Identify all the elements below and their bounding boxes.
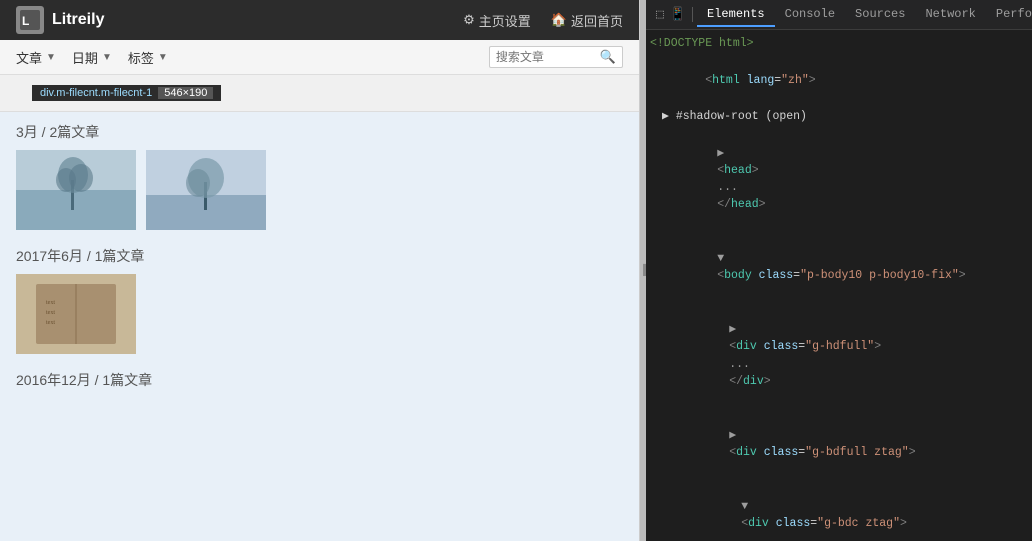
month-header-june: 2017年6月 / 1篇文章 [16,246,623,266]
element-name: div.m-filecnt.m-filecnt-1 [40,87,152,99]
search-box[interactable]: 🔍 [489,46,623,68]
site-logo: L Litreily [16,6,104,34]
device-icon[interactable]: 📱 [670,7,686,22]
month-header-dec: 2016年12月 / 1篇文章 [16,370,623,390]
search-icon: 🔍 [600,49,616,65]
inspect-icon[interactable]: ⬚ [656,7,664,22]
article-thumb-2 [146,150,266,230]
left-panel: L Litreily ⚙ 主页设置 🏠 返回首页 文章 ▼ 日期 ▼ 标签 [0,0,640,541]
search-input[interactable] [496,50,596,64]
tab-performance-label: Performa... [996,7,1032,21]
tab-elements-label: Elements [707,7,765,21]
settings-icon: ⚙ [463,12,475,28]
tab-elements[interactable]: Elements [697,3,775,27]
tab-sources-label: Sources [855,7,905,21]
articles-label: 文章 [16,48,42,67]
articles-dropdown[interactable]: 文章 ▼ [16,48,56,67]
date-dropdown[interactable]: 日期 ▼ [72,48,112,67]
date-label: 日期 [72,48,98,67]
article-thumb-book: text text text [16,274,136,354]
article-thumb-1 [16,150,136,230]
section-june2017: 2017年6月 / 1篇文章 text text text [16,246,623,354]
logo-icon: L [16,6,44,34]
dom-line-bdfull[interactable]: ▶ <div class="g-bdfull ztag"> [646,408,1032,479]
article-grid-june: text text text [16,274,623,354]
toolbar: 文章 ▼ 日期 ▼ 标签 ▼ 🔍 [0,40,639,75]
tab-performance[interactable]: Performa... [986,3,1032,27]
dom-line-hdfull[interactable]: ▶ <div class="g-hdfull"> ... </div> [646,303,1032,409]
home-link[interactable]: 🏠 返回首页 [551,11,623,30]
tab-network[interactable]: Network [915,3,985,27]
dom-line-body[interactable]: ▼ <body class="p-body10 p-body10-fix"> [646,232,1032,303]
header-nav: ⚙ 主页设置 🏠 返回首页 [463,11,623,30]
site-header: L Litreily ⚙ 主页设置 🏠 返回首页 [0,0,639,40]
section-dec2016: 2016年12月 / 1篇文章 [16,370,623,390]
dom-line-shadow[interactable]: ▶ #shadow-root (open) [646,107,1032,126]
home-label: 返回首页 [571,11,623,30]
dom-line-gbdc[interactable]: ▼ <div class="g-bdc ztag"> [646,479,1032,541]
element-tooltip-bar: div.m-filecnt.m-filecnt-1 546×190 [0,75,639,112]
tab-network-label: Network [925,7,975,21]
tags-dropdown[interactable]: 标签 ▼ [128,48,168,67]
site-title: Litreily [52,11,104,29]
settings-link[interactable]: ⚙ 主页设置 [463,11,531,30]
devtools-icons: ⬚ 📱 [650,7,693,22]
element-size: 546×190 [158,87,213,99]
dom-line-html[interactable]: <html lang="zh"> [646,53,1032,107]
dom-line-head[interactable]: ▶ <head> ... </head> [646,126,1032,232]
home-icon: 🏠 [551,12,567,28]
tab-sources[interactable]: Sources [845,3,915,27]
devtools-panel: ⬚ 📱 Elements Console Sources Network Per… [646,0,1032,541]
svg-text:text: text [46,300,55,306]
devtools-tabs: ⬚ 📱 Elements Console Sources Network Per… [646,0,1032,30]
svg-text:text: text [46,320,55,326]
articles-arrow: ▼ [46,52,56,63]
devtools-dom: <!DOCTYPE html> <html lang="zh"> ▶ #shad… [646,30,1032,541]
article-grid-march [16,150,623,230]
section-march: 3月 / 2篇文章 [16,122,623,230]
month-header-march: 3月 / 2篇文章 [16,122,623,142]
tab-console[interactable]: Console [775,3,845,27]
tags-arrow: ▼ [158,52,168,63]
tab-console-label: Console [785,7,835,21]
dom-line-doctype[interactable]: <!DOCTYPE html> [646,34,1032,53]
svg-text:text: text [46,310,55,316]
content-area: 3月 / 2篇文章 [0,112,639,541]
tags-label: 标签 [128,48,154,67]
date-arrow: ▼ [102,52,112,63]
settings-label: 主页设置 [479,11,531,30]
element-tooltip: div.m-filecnt.m-filecnt-1 546×190 [32,85,221,101]
svg-text:L: L [22,14,29,28]
